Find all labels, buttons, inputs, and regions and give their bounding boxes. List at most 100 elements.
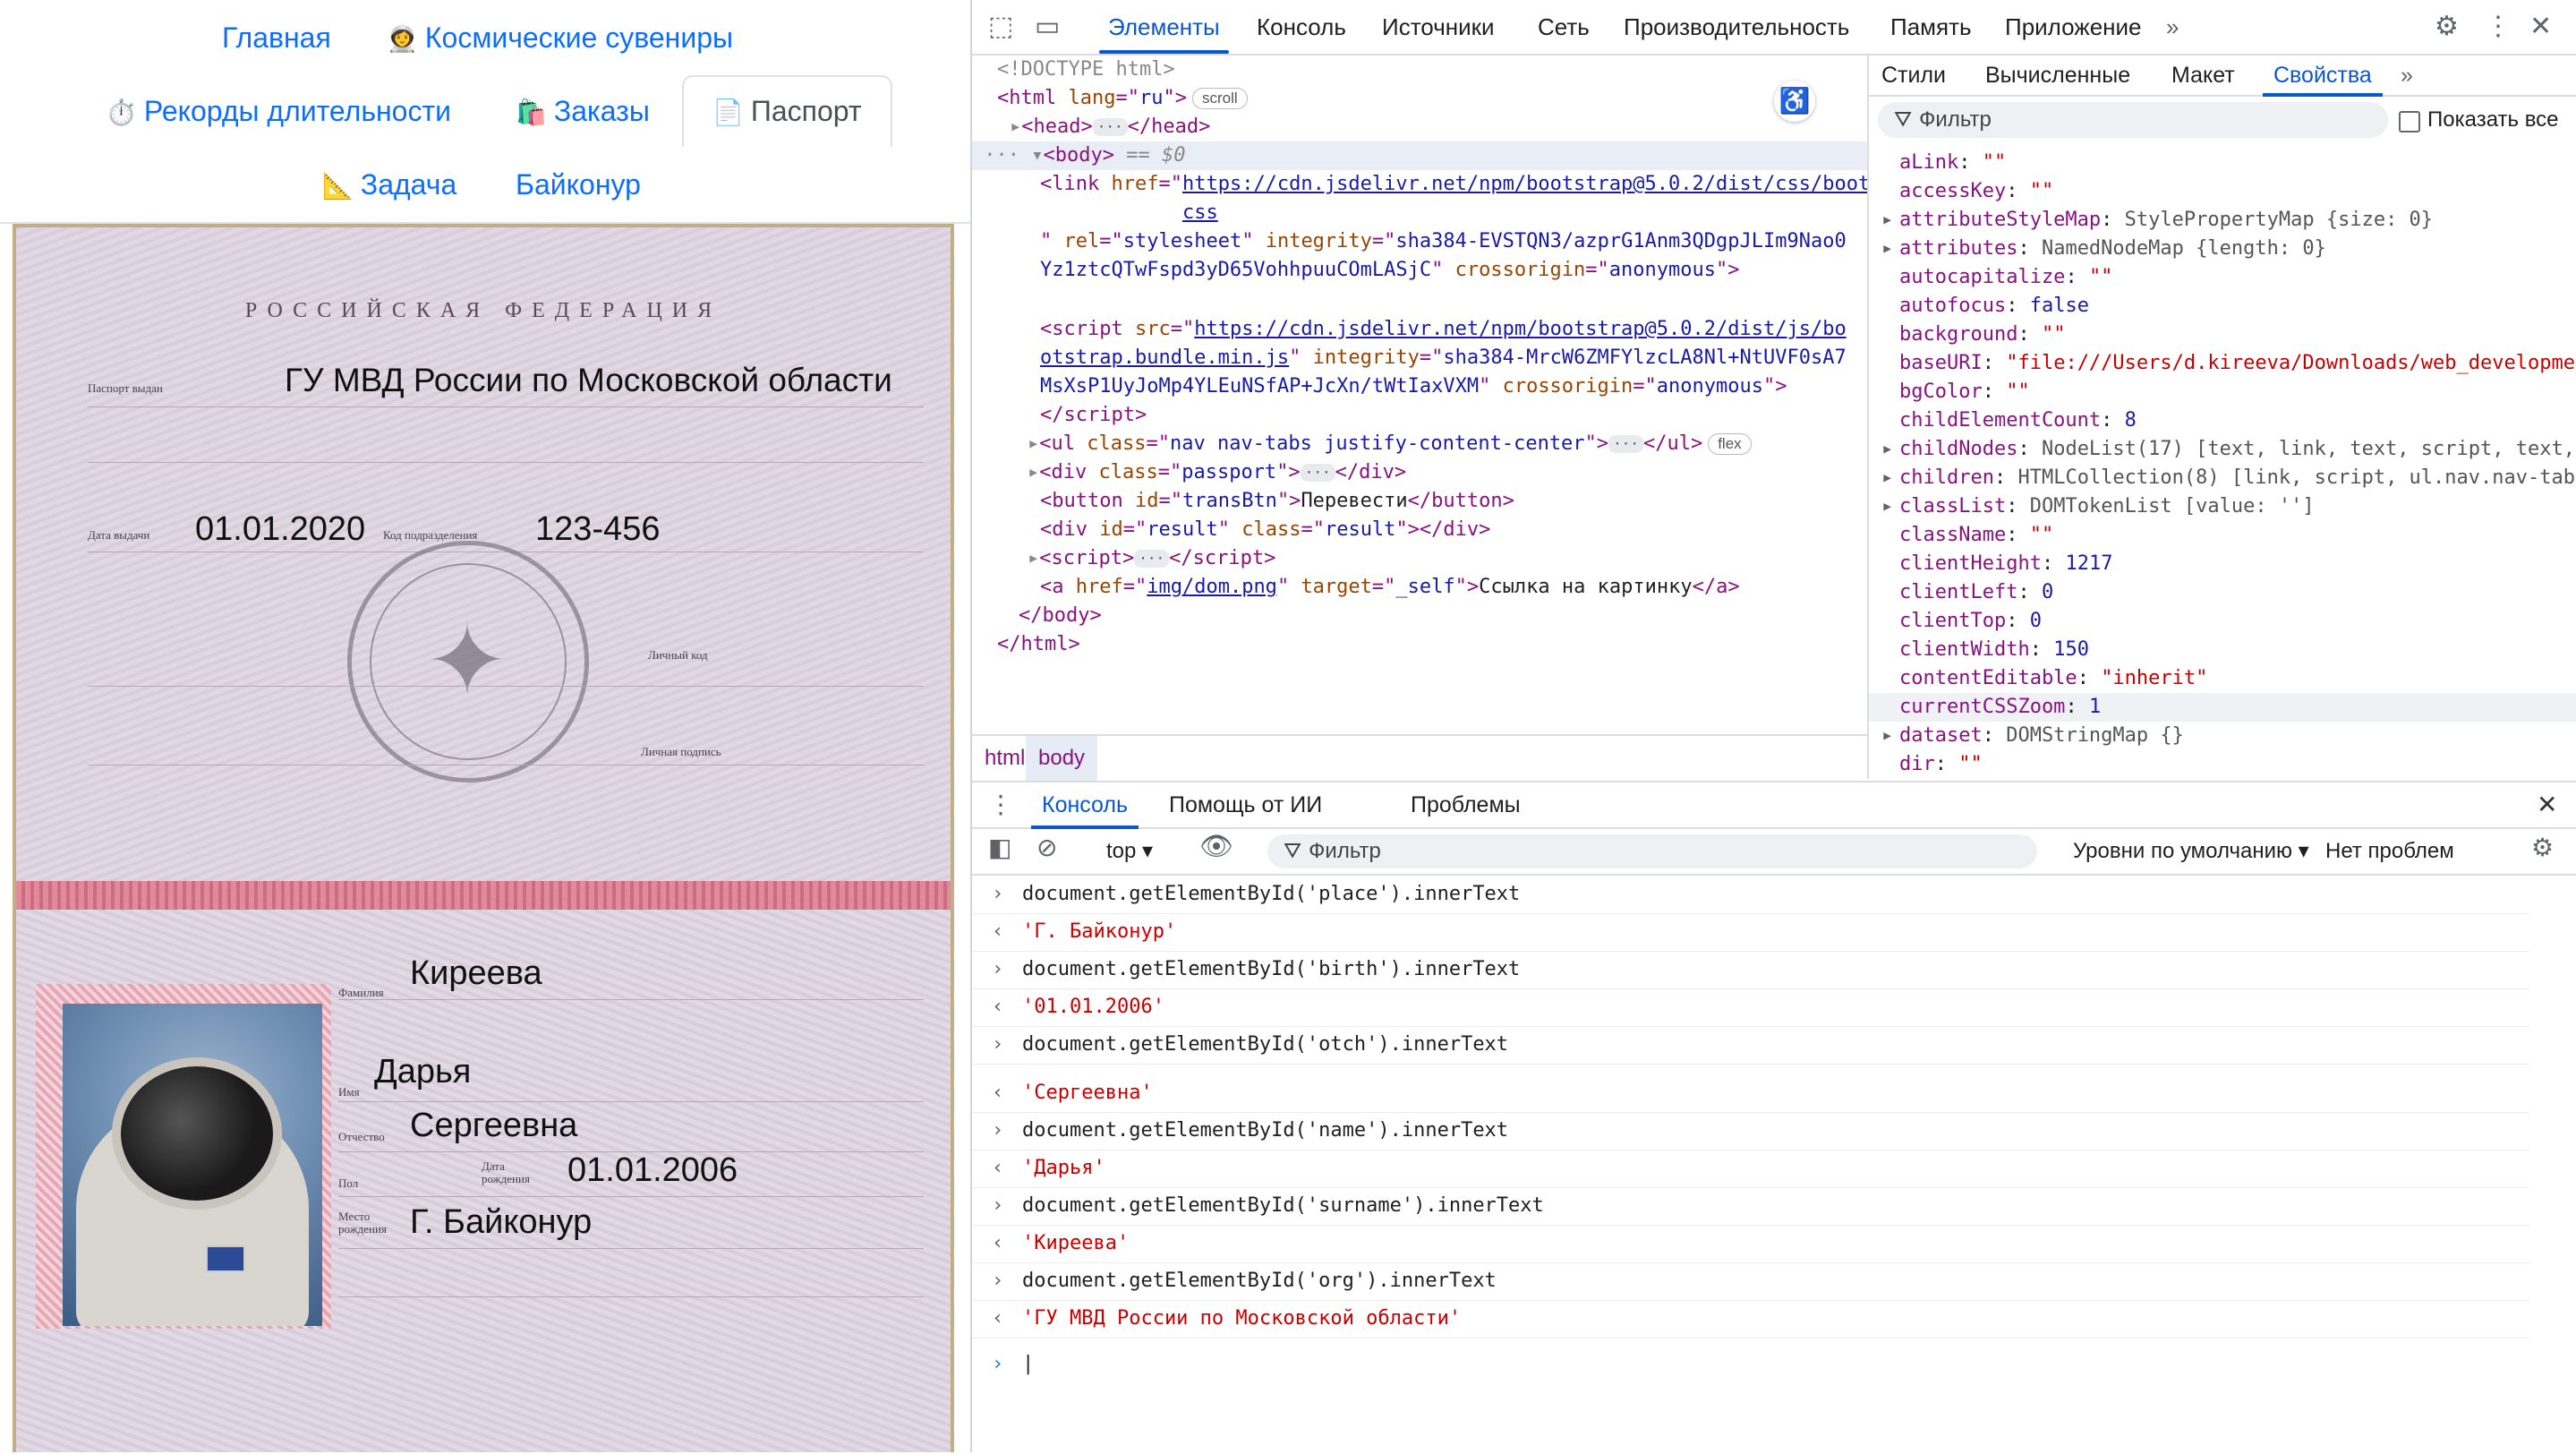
property-row[interactable]: clientTop: 0 — [1869, 607, 2576, 636]
collapsed-dots[interactable]: ··· — [1608, 435, 1643, 453]
head-line[interactable]: ▸<head> ··· </head> — [1010, 113, 1210, 141]
close-icon[interactable]: ✕ — [2529, 0, 2552, 54]
tab-baikonur[interactable]: Байконур — [516, 168, 641, 201]
link-href[interactable]: https://cdn.jsdelivr.net/npm/bootstrap@5… — [1182, 170, 1867, 227]
expand-arrow-icon[interactable]: ▸ — [1881, 492, 1899, 521]
property-row[interactable]: childElementCount: 8 — [1869, 406, 2576, 435]
tab-passport[interactable]: 📄 Паспорт — [682, 75, 892, 148]
flex-badge[interactable]: flex — [1708, 433, 1752, 455]
property-row[interactable]: autofocus: false — [1869, 292, 2576, 321]
issues-count[interactable]: Нет проблем — [2325, 829, 2454, 874]
clear-console-icon[interactable]: ⊘ — [1036, 833, 1057, 862]
tab-layout[interactable]: Макет — [2171, 56, 2235, 95]
console-output-row[interactable]: ‹ 'Киреева' — [972, 1225, 2529, 1263]
device-toolbar-icon[interactable]: ▭ — [1035, 0, 1060, 54]
tab-computed[interactable]: Вычисленные — [1985, 56, 2130, 95]
property-row[interactable]: contentEditable: "inherit" — [1869, 664, 2576, 693]
tab-sources[interactable]: Источники — [1382, 0, 1495, 52]
tab-task[interactable]: 📐 Задача — [322, 168, 456, 201]
tab-performance[interactable]: Производительность — [1624, 0, 1849, 52]
collapsed-dots[interactable]: ··· — [1300, 464, 1335, 482]
property-row[interactable]: currentCSSZoom: 1 — [1869, 693, 2576, 722]
gear-icon[interactable]: ⚙ — [2435, 0, 2459, 54]
levels-select[interactable]: Уровни по умолчанию ▾ — [2073, 829, 2309, 874]
expand-arrow-icon[interactable]: ▸ — [1881, 435, 1899, 464]
property-row[interactable]: accessKey: "" — [1869, 177, 2576, 206]
console-input-row[interactable]: › document.getElementById('place').innerT… — [972, 876, 2529, 914]
expand-arrow-icon[interactable]: ▸ — [1881, 464, 1899, 492]
property-row[interactable]: background: "" — [1869, 321, 2576, 349]
property-row[interactable]: ▸ childNodes: NodeList(17) [text, link, t… — [1869, 435, 2576, 464]
tab-application[interactable]: Приложение — [2005, 0, 2142, 52]
tab-souvenirs[interactable]: 👩‍🚀 Космические сувениры — [387, 21, 733, 55]
eye-icon[interactable]: 👁 — [1199, 831, 1233, 862]
property-row[interactable]: className: "" — [1869, 521, 2576, 550]
tab-elements[interactable]: Элементы — [1099, 0, 1229, 54]
console-output-row[interactable]: ‹ 'Дарья' — [972, 1150, 2529, 1188]
property-row[interactable]: clientLeft: 0 — [1869, 578, 2576, 607]
doctype-line[interactable]: <!DOCTYPE html> — [997, 56, 1175, 84]
body-line[interactable]: ··· ▾<body> == $0 — [972, 141, 1867, 170]
tab-properties[interactable]: Свойства — [2263, 56, 2383, 97]
ul-line[interactable]: ▸<ul class="nav nav-tabs justify-content… — [1028, 430, 1752, 458]
crumb-body[interactable]: body — [1026, 736, 1098, 781]
html-close-line[interactable]: </html> — [997, 630, 1080, 659]
console-output-row[interactable]: ‹ 'Г. Байконур' — [972, 913, 2529, 952]
button-line[interactable]: <button id="transBtn">Перевести</button> — [1040, 487, 1514, 516]
result-line[interactable]: <div id="result" class="result"></div> — [1040, 516, 1490, 544]
tab-records[interactable]: ⏱️ Рекорды длительности — [106, 95, 451, 128]
accessibility-icon[interactable]: ♿ — [1774, 81, 1815, 122]
body-close-line[interactable]: </body> — [1019, 602, 1102, 630]
console-input-row[interactable]: › document.getElementById('name').innerTe… — [972, 1112, 2529, 1150]
property-row[interactable]: aLink: "" — [1869, 149, 2576, 177]
tab-ai-help[interactable]: Помощь от ИИ — [1169, 783, 1322, 827]
console-filter[interactable]: ⛛ Фильтр — [1267, 834, 2037, 868]
tab-console-drawer[interactable]: Консоль — [1030, 783, 1139, 829]
show-all-checkbox[interactable] — [2399, 111, 2420, 133]
console-output-row[interactable]: ‹ 'ГУ МВД России по Московской области' — [972, 1300, 2529, 1339]
a-href[interactable]: img/dom.png — [1147, 576, 1277, 598]
property-row[interactable]: clientWidth: 150 — [1869, 636, 2576, 664]
property-row[interactable]: baseURI: "file:///Users/d.kireeva/Downlo… — [1869, 349, 2576, 378]
expand-arrow-icon[interactable]: ▸ — [1881, 206, 1899, 235]
tab-issues[interactable]: Проблемы — [1411, 783, 1521, 827]
tab-orders[interactable]: 🛍️ Заказы — [516, 95, 650, 128]
link-line[interactable]: <link href="https://cdn.jsdelivr.net/npm… — [1040, 170, 1867, 224]
property-row[interactable]: bgColor: "" — [1869, 378, 2576, 406]
div-passport-line[interactable]: ▸<div class="passport"> ··· </div> — [1028, 458, 1406, 487]
close-drawer-icon[interactable]: ✕ — [2537, 783, 2557, 827]
inspect-element-icon[interactable]: ⬚ — [988, 0, 1013, 54]
tab-glavnaya[interactable]: Главная — [222, 21, 331, 55]
property-row[interactable]: ▸ attributeStyleMap: StylePropertyMap {si… — [1869, 206, 2576, 235]
collapsed-dots[interactable]: ··· — [1134, 550, 1170, 568]
more-tabs-icon[interactable]: » — [2166, 0, 2179, 52]
property-row[interactable]: ▸ attributes: NamedNodeMap {length: 0} — [1869, 235, 2576, 263]
anchor-line[interactable]: <a href="img/dom.png" target="_self">Ссы… — [1040, 573, 1740, 602]
property-row[interactable]: dir: "" — [1869, 750, 2576, 779]
console-input-row[interactable]: › document.getElementById('org').innerTex… — [972, 1262, 2529, 1301]
expand-arrow-icon[interactable]: ▸ — [1881, 235, 1899, 263]
script-close-line[interactable]: </script> — [1040, 401, 1147, 430]
tab-memory[interactable]: Память — [1890, 0, 1972, 52]
property-row[interactable]: autocapitalize: "" — [1869, 263, 2576, 292]
property-row[interactable]: ▸ children: HTMLCollection(8) [link, scri… — [1869, 464, 2576, 492]
more-tabs-icon[interactable]: » — [2401, 56, 2413, 95]
kebab-menu-icon[interactable]: ⋮ — [2485, 0, 2512, 54]
console-input-row[interactable]: › document.getElementById('birth').innerT… — [972, 951, 2529, 989]
property-row[interactable]: ▸ classList: DOMTokenList [value: ''] — [1869, 492, 2576, 521]
console-input-row[interactable]: › document.getElementById('surname').inne… — [972, 1187, 2529, 1226]
tab-network[interactable]: Сеть — [1538, 0, 1590, 52]
sidebar-toggle-icon[interactable]: ◧ — [988, 833, 1011, 862]
property-row[interactable]: ▸ dataset: DOMStringMap {} — [1869, 722, 2576, 750]
script2-line[interactable]: ▸<script> ··· </script> — [1028, 544, 1275, 573]
console-settings-icon[interactable]: ⚙ — [2531, 833, 2554, 862]
console-output-row[interactable]: ‹ '01.01.2006' — [972, 988, 2529, 1027]
console-output-row[interactable]: ‹ 'Сергеевна' — [972, 1074, 2529, 1113]
scroll-badge[interactable]: scroll — [1191, 88, 1248, 109]
drawer-menu-icon[interactable]: ⋮ — [988, 783, 1013, 827]
context-select[interactable]: top ▾ — [1106, 829, 1153, 874]
collapsed-dots[interactable]: ··· — [1092, 118, 1128, 136]
html-line[interactable]: <html lang="ru"> scroll — [997, 84, 1248, 113]
tab-console[interactable]: Консоль — [1257, 0, 1346, 52]
property-row[interactable]: clientHeight: 1217 — [1869, 550, 2576, 578]
